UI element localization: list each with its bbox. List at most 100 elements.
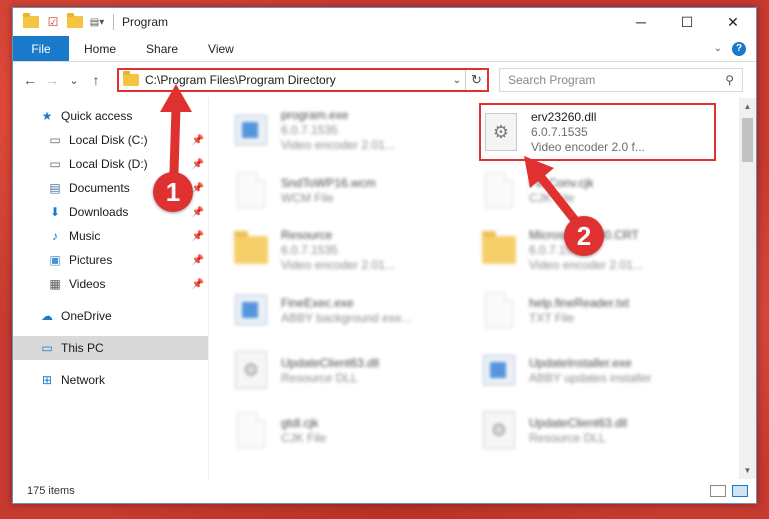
forward-button[interactable]: → [41,69,63,91]
file-meta: Video encoder 2.01... [281,138,395,152]
pin-icon[interactable]: 📌 [192,159,204,170]
pin-icon[interactable]: 📌 [192,231,204,242]
file-item[interactable]: ⚙ UpdateClient63.dll Resource DLL [231,342,461,398]
document-icon [231,409,271,451]
file-item[interactable]: help.fineReader.txt TXT File [479,282,709,338]
help-icon[interactable]: ? [732,41,746,56]
drive-icon: ▭ [49,157,61,171]
file-name: UpdateClient63.dll [529,415,628,430]
sidebar-item-network[interactable]: ⊞ Network [13,368,208,392]
sidebar-item-pictures[interactable]: ▣ Pictures 📌 [13,248,208,272]
address-dropdown-icon[interactable]: ⌄ [449,70,465,90]
file-item[interactable]: ⚙ UpdateClient63.dll Resource DLL [479,402,709,458]
customize-toolbar-icon[interactable]: ▤▾ [89,14,105,30]
sidebar-item-onedrive[interactable]: ☁ OneDrive [13,304,208,328]
computer-icon: ▭ [41,341,53,355]
pin-icon[interactable]: 📌 [192,255,204,266]
recent-locations-button[interactable]: ⌄ [63,69,85,91]
file-meta: Resource DLL [281,370,358,385]
file-name: help.fineReader.txt [529,295,630,310]
navigation-bar: ← → ⌄ ↑ C:\Program Files\Program Directo… [13,62,756,98]
explorer-window: ☑ ▤▾ Program ─ ☐ ✕ File Home Share View … [12,7,757,504]
address-bar[interactable]: C:\Program Files\Program Directory ⌄ ↻ [117,68,489,92]
scroll-thumb[interactable] [742,118,753,162]
videos-icon: ▦ [49,277,61,291]
quick-access-toolbar: ☑ ▤▾ [13,13,105,30]
refresh-button[interactable]: ↻ [465,70,487,90]
back-button[interactable]: ← [19,69,41,91]
file-name: FineExec.exe [281,295,354,310]
sidebar-item-label: Local Disk (D:) [69,157,148,171]
file-meta: WCM File [281,190,334,205]
file-meta: CJK File [281,430,327,445]
sidebar-item-label: OneDrive [61,309,112,323]
expand-ribbon-icon[interactable]: ⌄ [714,43,722,54]
pin-icon[interactable]: 📌 [192,183,204,194]
tab-home[interactable]: Home [69,36,131,61]
file-meta: TXT File [529,310,575,325]
download-icon: ⬇ [49,205,61,219]
file-meta: Video encoder 2.01... [281,258,395,272]
sidebar-item-label: Music [69,229,101,243]
file-meta: 6.0.7.1535 [281,123,338,137]
folder-icon [231,229,271,271]
tab-view[interactable]: View [193,36,249,61]
maximize-button[interactable]: ☐ [664,8,710,36]
folder-icon [123,71,139,86]
file-name: UpdateClient63.dll [281,355,380,370]
file-item[interactable]: gtdl.cjk CJK File [231,402,461,458]
file-item[interactable]: FileConv.cjk CJK File [479,162,709,218]
sidebar-item-local-disk-c[interactable]: ▭ Local Disk (C:) 📌 [13,128,208,152]
item-count: 175 items [27,485,75,497]
properties-icon[interactable]: ☑ [45,14,61,30]
sidebar-item-this-pc[interactable]: ▭ This PC [13,336,208,360]
sidebar-item-videos[interactable]: ▦ Videos 📌 [13,272,208,296]
status-bar: 175 items [13,479,756,503]
tab-file[interactable]: File [13,36,69,61]
pictures-icon: ▣ [49,253,61,267]
view-switcher [710,485,756,497]
vertical-scrollbar[interactable]: ▲ ▼ [739,98,756,479]
file-item[interactable]: Resource 6.0.7.1535 Video encoder 2.01..… [231,222,461,278]
app-icon [231,289,271,331]
file-meta: Resource DLL [529,430,606,445]
details-view-icon[interactable] [710,485,726,497]
search-input[interactable]: Search Program ⚲ [499,68,743,92]
file-item-highlighted[interactable]: ⚙ erv23260.dll 6.0.7.1535 Video encoder … [479,103,716,161]
window-title: Program [122,15,169,29]
tab-share[interactable]: Share [131,36,193,61]
scroll-down-icon[interactable]: ▼ [739,462,756,479]
search-icon[interactable]: ⚲ [725,73,734,87]
sidebar-item-quick-access[interactable]: ★ Quick access [13,104,208,128]
minimize-button[interactable]: ─ [618,8,664,36]
close-button[interactable]: ✕ [710,8,756,36]
scroll-up-icon[interactable]: ▲ [739,98,756,115]
pin-icon[interactable]: 📌 [192,279,204,290]
folder-icon [23,13,39,30]
tiles-view-icon[interactable] [732,485,748,497]
documents-icon: ▤ [49,181,61,195]
new-folder-icon[interactable] [67,13,83,30]
document-icon [231,169,271,211]
title-bar: ☑ ▤▾ Program ─ ☐ ✕ [13,8,756,36]
pin-icon[interactable]: 📌 [192,135,204,146]
file-item[interactable]: program.exe 6.0.7.1535 Video encoder 2.0… [231,102,461,158]
navigation-pane: ★ Quick access ▭ Local Disk (C:) 📌 ▭ Loc… [13,98,209,479]
file-item[interactable]: SndToWP16.wcm WCM File [231,162,461,218]
address-path[interactable]: C:\Program Files\Program Directory [145,73,336,87]
sidebar-item-label: Documents [69,181,130,195]
sidebar-item-music[interactable]: ♪ Music 📌 [13,224,208,248]
pin-icon[interactable]: 📌 [192,207,204,218]
file-item[interactable]: UpdateInstaller.exe ABBY updates install… [479,342,709,398]
file-name: Resource [281,228,333,242]
file-item[interactable]: FineExec.exe ABBY background exe... [231,282,461,338]
file-name: SndToWP16.wcm [281,175,376,190]
sidebar-item-label: Videos [69,277,106,291]
file-name: program.exe [281,108,349,122]
up-button[interactable]: ↑ [85,69,107,91]
sidebar-item-label: Downloads [69,205,129,219]
search-placeholder[interactable]: Search Program [508,73,725,87]
file-name: erv23260.dll [531,110,597,124]
dll-gear-icon: ⚙ [481,111,521,153]
